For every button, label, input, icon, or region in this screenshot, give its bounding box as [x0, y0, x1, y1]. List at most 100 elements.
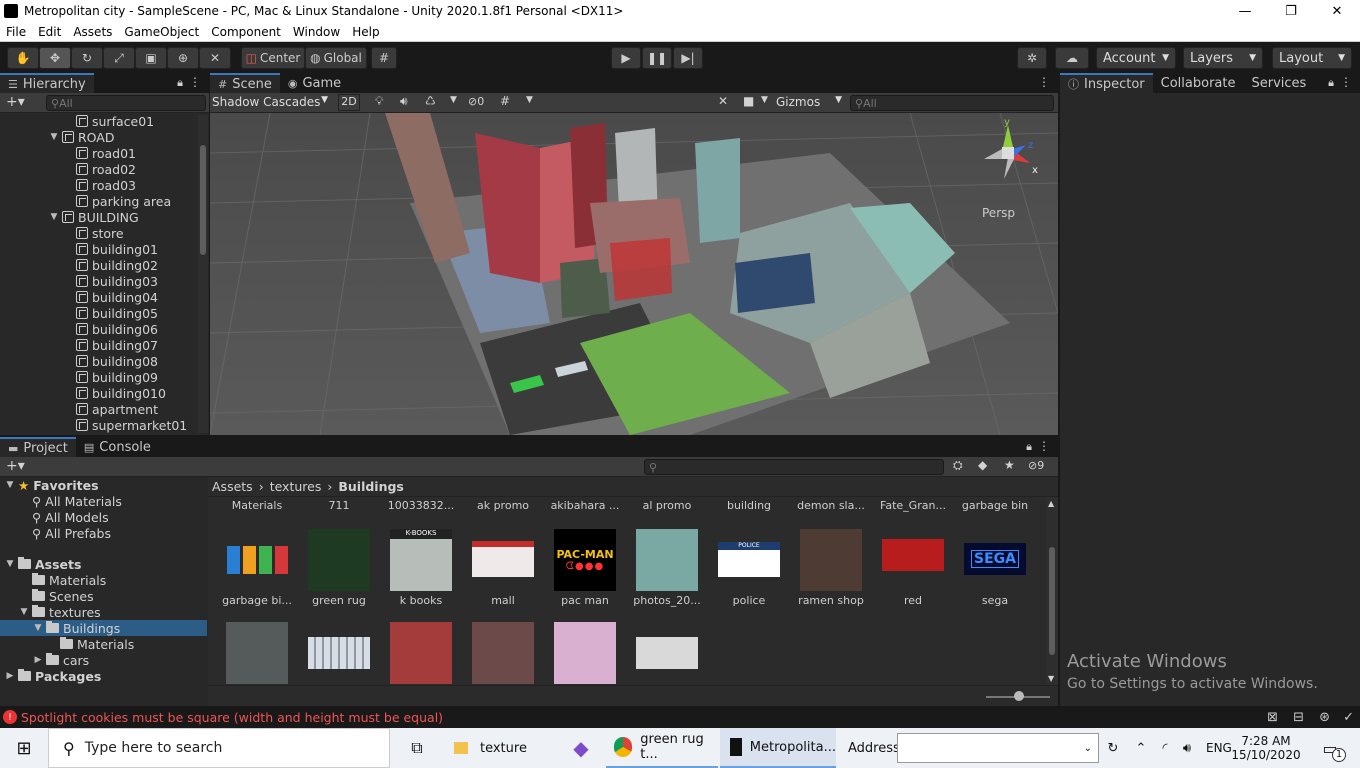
- hierarchy-row[interactable]: building010: [76, 385, 166, 401]
- tab-game[interactable]: ◉ Game: [279, 73, 350, 93]
- tab-hierarchy[interactable]: ☰ Hierarchy: [0, 73, 94, 93]
- foldout-icon[interactable]: ▼: [48, 212, 60, 222]
- gizmos-dropdown[interactable]: Gizmos ▼: [776, 95, 842, 109]
- hierarchy-row[interactable]: building07: [76, 337, 158, 353]
- address-input[interactable]: ⌄: [897, 733, 1099, 763]
- hierarchy-row[interactable]: store: [76, 225, 124, 241]
- asset-label[interactable]: sega: [954, 594, 1036, 607]
- asset-label[interactable]: red: [872, 594, 954, 607]
- project-tree-row[interactable]: Materials: [46, 636, 134, 652]
- scene-viewport[interactable]: y z x Persp: [210, 113, 1058, 435]
- language-indicator[interactable]: ENG: [1206, 728, 1232, 768]
- hierarchy-row[interactable]: building09: [76, 369, 158, 385]
- asset-thumb-red[interactable]: [882, 539, 944, 571]
- project-tree-row[interactable]: Scenes: [18, 588, 94, 604]
- menu-assets[interactable]: Assets: [67, 25, 118, 39]
- asset-thumb-street[interactable]: [472, 622, 534, 684]
- asset-thumb-ramen-shop[interactable]: [800, 529, 862, 591]
- hierarchy-row[interactable]: building02: [76, 257, 158, 273]
- 2d-toggle[interactable]: 2D: [338, 94, 360, 111]
- grid-snap-icon[interactable]: #: [371, 47, 397, 69]
- filter-label-icon[interactable]: ◆: [978, 458, 987, 472]
- layers-dropdown[interactable]: Layers ▼: [1183, 47, 1263, 69]
- lock-icon[interactable]: 🔒︎: [177, 76, 183, 90]
- asset-thumb-sega[interactable]: SEGA: [964, 543, 1026, 575]
- asset-label[interactable]: ak promo: [462, 499, 544, 512]
- visual-studio-icon[interactable]: ◆: [556, 728, 606, 768]
- project-tree-row[interactable]: ▼ Assets: [4, 556, 82, 572]
- breadcrumb-item[interactable]: textures: [270, 479, 322, 494]
- more-icon[interactable]: ⋮: [1038, 439, 1050, 453]
- asset-label[interactable]: Fate_Gran...: [872, 499, 954, 512]
- tab-collaborate[interactable]: Collaborate: [1152, 73, 1244, 93]
- tab-project[interactable]: ▬ Project: [0, 437, 76, 457]
- status-message[interactable]: Spotlight cookies must be square (width …: [21, 710, 443, 725]
- project-tree-row[interactable]: ▼ textures: [18, 604, 101, 620]
- shading-dropdown[interactable]: Shadow Cascades ▼: [212, 95, 330, 111]
- asset-label[interactable]: police: [708, 594, 790, 607]
- foldout-icon[interactable]: ▶: [4, 671, 16, 681]
- scale-tool-icon[interactable]: ⤢: [103, 47, 135, 69]
- status-check-icon[interactable]: ✓: [1343, 710, 1354, 725]
- lock-icon[interactable]: 🔒︎: [1026, 440, 1032, 454]
- asset-label[interactable]: garbage bi...: [216, 594, 298, 607]
- foldout-icon[interactable]: ▼: [48, 132, 60, 142]
- layout-dropdown[interactable]: Layout ▼: [1272, 47, 1352, 69]
- tab-inspector[interactable]: ⓘ Inspector: [1060, 73, 1153, 93]
- refresh-icon[interactable]: ↻: [1101, 728, 1125, 768]
- services-icon[interactable]: ✲: [1017, 47, 1047, 69]
- pivot-center-button[interactable]: ◫ Center: [241, 47, 305, 69]
- lock-icon[interactable]: 🔒︎: [1328, 76, 1334, 90]
- asset-label[interactable]: pac man: [544, 594, 626, 607]
- add-icon[interactable]: +▾: [6, 94, 25, 110]
- hierarchy-row[interactable]: supermarket01: [76, 417, 187, 433]
- volume-icon[interactable]: 🔊︎: [1178, 728, 1196, 768]
- effects-dropdown-icon[interactable]: ▼: [450, 95, 457, 105]
- taskbar-search[interactable]: ⚲ Type here to search: [48, 728, 390, 768]
- asset-thumb-photos[interactable]: [636, 529, 698, 591]
- rect-tool-icon[interactable]: ▣: [135, 47, 167, 69]
- maximize-icon[interactable]: ❐: [1268, 0, 1314, 22]
- custom-tool-icon[interactable]: ✕: [199, 47, 231, 69]
- foldout-icon[interactable]: ▼: [32, 623, 44, 633]
- menu-gameobject[interactable]: GameObject: [118, 25, 205, 39]
- hierarchy-row[interactable]: road01: [76, 145, 136, 161]
- menu-help[interactable]: Help: [346, 25, 385, 39]
- grid-toggle-icon[interactable]: #: [500, 94, 510, 108]
- asset-thumb-concrete[interactable]: [226, 622, 288, 684]
- breadcrumb-item[interactable]: Assets: [212, 479, 253, 494]
- asset-label[interactable]: 711: [298, 499, 380, 512]
- tab-services[interactable]: Services: [1243, 73, 1315, 93]
- asset-thumb-red-facade[interactable]: [390, 622, 452, 684]
- pause-button[interactable]: ❚❚: [642, 47, 672, 69]
- taskbar-explorer[interactable]: texture: [444, 728, 552, 768]
- hierarchy-search[interactable]: ⚲ All: [46, 95, 206, 111]
- asset-label[interactable]: green rug: [298, 594, 380, 607]
- menu-window[interactable]: Window: [287, 25, 346, 39]
- asset-label[interactable]: demon sla...: [790, 499, 872, 512]
- foldout-icon[interactable]: ▼: [18, 607, 30, 617]
- hand-tool-icon[interactable]: ✋: [7, 47, 39, 69]
- hierarchy-row[interactable]: parking area: [76, 193, 171, 209]
- filter-type-icon[interactable]: ⛭: [953, 458, 963, 473]
- close-icon[interactable]: ✕: [1314, 0, 1360, 22]
- hidden-objects-icon[interactable]: ⊘0: [468, 95, 484, 108]
- asset-label[interactable]: 10033832...: [380, 499, 462, 512]
- minimize-icon[interactable]: —: [1222, 0, 1268, 22]
- asset-label[interactable]: building: [708, 499, 790, 512]
- notification-icon[interactable]: ▭ 1: [1318, 728, 1346, 768]
- audio-icon[interactable]: 🔊︎: [400, 94, 408, 109]
- persp-label[interactable]: Persp: [982, 206, 1015, 220]
- project-search[interactable]: ⚲: [644, 459, 944, 475]
- rotate-tool-icon[interactable]: ↻: [71, 47, 103, 69]
- tab-scene[interactable]: # Scene: [210, 73, 280, 93]
- hierarchy-row[interactable]: surface01: [76, 113, 154, 129]
- asset-scrollbar[interactable]: ▲ ▼: [1046, 497, 1058, 685]
- hierarchy-row[interactable]: ▼ ROAD: [48, 129, 115, 145]
- asset-label[interactable]: garbage bin: [954, 499, 1036, 512]
- asset-thumb-pac-man[interactable]: PAC-MAN ᗧ●●●: [554, 529, 616, 591]
- hierarchy-row[interactable]: road03: [76, 177, 136, 193]
- hierarchy-row[interactable]: building04: [76, 289, 158, 305]
- project-tree-row[interactable]: ▼ Buildings: [0, 620, 207, 636]
- account-dropdown[interactable]: Account ▼: [1096, 47, 1176, 69]
